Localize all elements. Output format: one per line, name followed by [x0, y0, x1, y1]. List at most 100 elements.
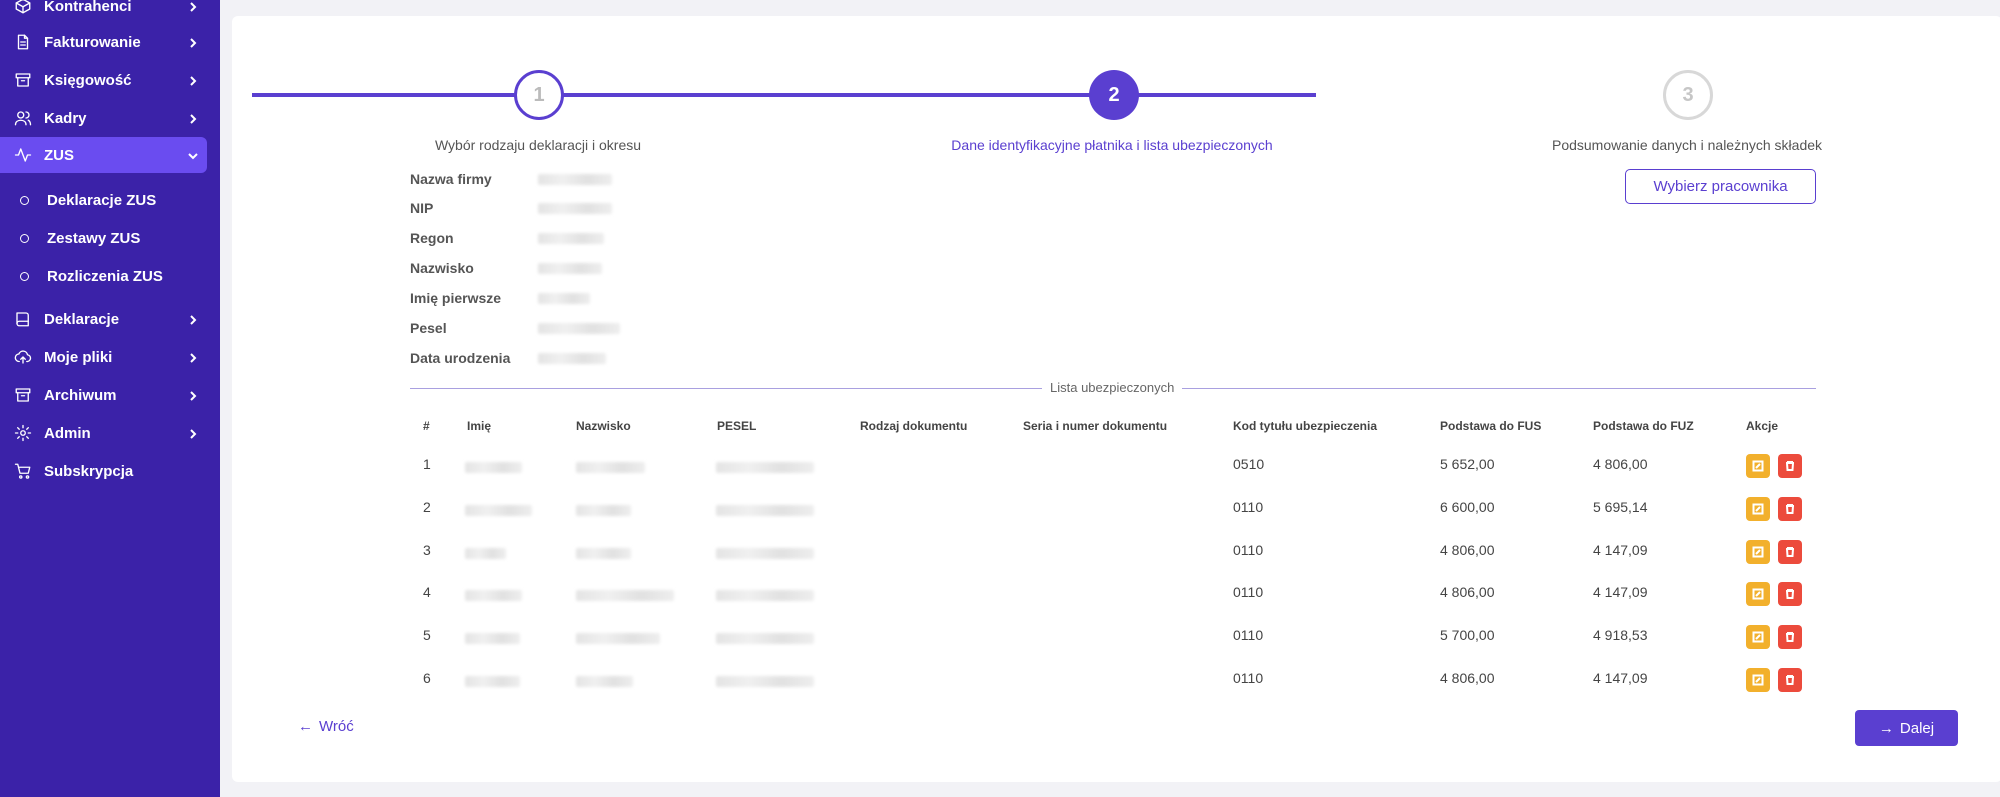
redacted-pesel	[716, 505, 814, 516]
info-label: Data urodzenia	[410, 350, 511, 366]
info-label: Imię pierwsze	[410, 290, 502, 306]
sidebar-item-label: Moje pliki	[44, 348, 113, 366]
edit-button[interactable]	[1746, 582, 1770, 606]
sidebar-item-kadry[interactable]: Kadry	[0, 100, 207, 136]
col-header-actions: Akcje	[1746, 419, 1779, 433]
redacted-value	[538, 232, 604, 244]
sidebar-subitem-label: Zestawy ZUS	[47, 229, 141, 247]
insured-list-heading: Lista ubezpieczonych	[1042, 380, 1183, 395]
step-3-circle[interactable]: 3	[1663, 70, 1713, 120]
edit-button[interactable]	[1746, 540, 1770, 564]
delete-button[interactable]	[1778, 668, 1802, 692]
sidebar-item-archiwum[interactable]: Archiwum	[0, 377, 207, 413]
fus-base: 5 652,00	[1440, 456, 1495, 472]
sidebar-subitem-zestawy-zus[interactable]: Zestawy ZUS	[0, 222, 207, 254]
cloud-upload-icon	[14, 348, 32, 366]
delete-button[interactable]	[1778, 454, 1802, 478]
insurance-code: 0110	[1233, 499, 1264, 515]
edit-button[interactable]	[1746, 625, 1770, 649]
edit-icon	[1752, 588, 1764, 600]
chevron-right-icon	[187, 351, 199, 363]
sidebar-item-label: Księgowość	[44, 71, 132, 89]
delete-button[interactable]	[1778, 625, 1802, 649]
sidebar-item-label: Archiwum	[44, 386, 117, 404]
redacted-value	[538, 202, 612, 214]
sidebar-subitem-deklaracje-zus[interactable]: Deklaracje ZUS	[0, 184, 207, 216]
edit-button[interactable]	[1746, 454, 1770, 478]
back-button[interactable]: ← Wróć	[298, 718, 354, 735]
payer-row-firstname: Imię pierwsze	[410, 288, 590, 308]
sidebar-item-moje-pliki[interactable]: Moje pliki	[0, 339, 207, 375]
chevron-right-icon	[187, 389, 199, 401]
sidebar-item-ksiegowosc[interactable]: Księgowość	[0, 62, 207, 98]
redacted-firstname	[465, 676, 520, 687]
fuz-base: 5 695,14	[1593, 499, 1648, 515]
step-number: 1	[533, 83, 545, 106]
chevron-right-icon	[187, 313, 199, 325]
trash-icon	[1786, 547, 1794, 557]
trash-icon	[1786, 675, 1794, 685]
redacted-pesel	[716, 590, 814, 601]
document-icon	[14, 33, 32, 51]
step-2-circle[interactable]: 2	[1089, 70, 1139, 120]
sidebar-item-admin[interactable]: Admin	[0, 415, 207, 451]
redacted-surname	[576, 590, 674, 601]
edit-icon	[1752, 674, 1764, 686]
fuz-base: 4 147,09	[1593, 670, 1648, 686]
delete-button[interactable]	[1778, 582, 1802, 606]
info-label: NIP	[410, 200, 434, 216]
book-icon	[14, 310, 32, 328]
redacted-surname	[576, 548, 631, 559]
row-number: 3	[423, 542, 431, 558]
next-button[interactable]: → Dalej	[1855, 710, 1958, 746]
fus-base: 4 806,00	[1440, 542, 1495, 558]
sidebar-subitem-rozliczenia-zus[interactable]: Rozliczenia ZUS	[0, 260, 207, 292]
fus-base: 4 806,00	[1440, 670, 1495, 686]
chevron-right-icon	[187, 36, 199, 48]
fuz-base: 4 806,00	[1593, 456, 1648, 472]
redacted-pesel	[716, 548, 814, 559]
col-header-doc-number: Seria i numer dokumentu	[1023, 419, 1168, 433]
edit-button[interactable]	[1746, 497, 1770, 521]
fuz-base: 4 918,53	[1593, 627, 1648, 643]
main-card: 1 Wybór rodzaju deklaracji i okresu 2 Da…	[232, 16, 2000, 782]
arrow-right-icon: →	[1878, 719, 1894, 737]
row-number: 2	[423, 499, 431, 515]
col-header-no: #	[423, 419, 430, 433]
sidebar-item-label: ZUS	[44, 146, 74, 164]
payer-row-pesel: Pesel	[410, 318, 620, 338]
row-number: 5	[423, 627, 431, 643]
activity-icon	[14, 146, 32, 164]
edit-button[interactable]	[1746, 668, 1770, 692]
sidebar-item-subskrypcja[interactable]: Subskrypcja	[0, 453, 207, 489]
step-1-circle[interactable]: 1	[514, 70, 564, 120]
sidebar-item-label: Kontrahenci	[44, 0, 132, 15]
redacted-firstname	[465, 548, 506, 559]
stepper-progress-line	[252, 93, 1316, 97]
pick-employee-button[interactable]: Wybierz pracownika	[1625, 169, 1816, 204]
step-2-label: Dane identyfikacyjne płatnika i lista ub…	[951, 137, 1273, 153]
fus-base: 4 806,00	[1440, 584, 1495, 600]
info-label: Regon	[410, 230, 454, 246]
delete-button[interactable]	[1778, 497, 1802, 521]
insurance-code: 0510	[1233, 456, 1265, 472]
sidebar-item-deklaracje[interactable]: Deklaracje	[0, 301, 207, 337]
sidebar-item-zus[interactable]: ZUS	[0, 137, 207, 173]
info-label: Nazwisko	[410, 260, 474, 276]
circle-icon	[20, 271, 29, 281]
fus-base: 6 600,00	[1440, 499, 1495, 515]
redacted-pesel	[716, 676, 814, 687]
sidebar-item-label: Deklaracje	[44, 310, 120, 328]
trash-icon	[1786, 504, 1794, 514]
insurance-code: 0110	[1233, 542, 1264, 558]
redacted-pesel	[716, 633, 814, 644]
redacted-firstname	[465, 505, 532, 516]
chevron-down-icon	[187, 149, 199, 161]
archive-icon	[14, 386, 32, 404]
redacted-pesel	[716, 462, 814, 473]
redacted-value	[538, 352, 606, 364]
sidebar-item-kontrahenci[interactable]: Kontrahenci	[0, 0, 207, 24]
delete-button[interactable]	[1778, 540, 1802, 564]
info-label: Pesel	[410, 320, 447, 336]
sidebar-item-fakturowanie[interactable]: Fakturowanie	[0, 24, 207, 60]
